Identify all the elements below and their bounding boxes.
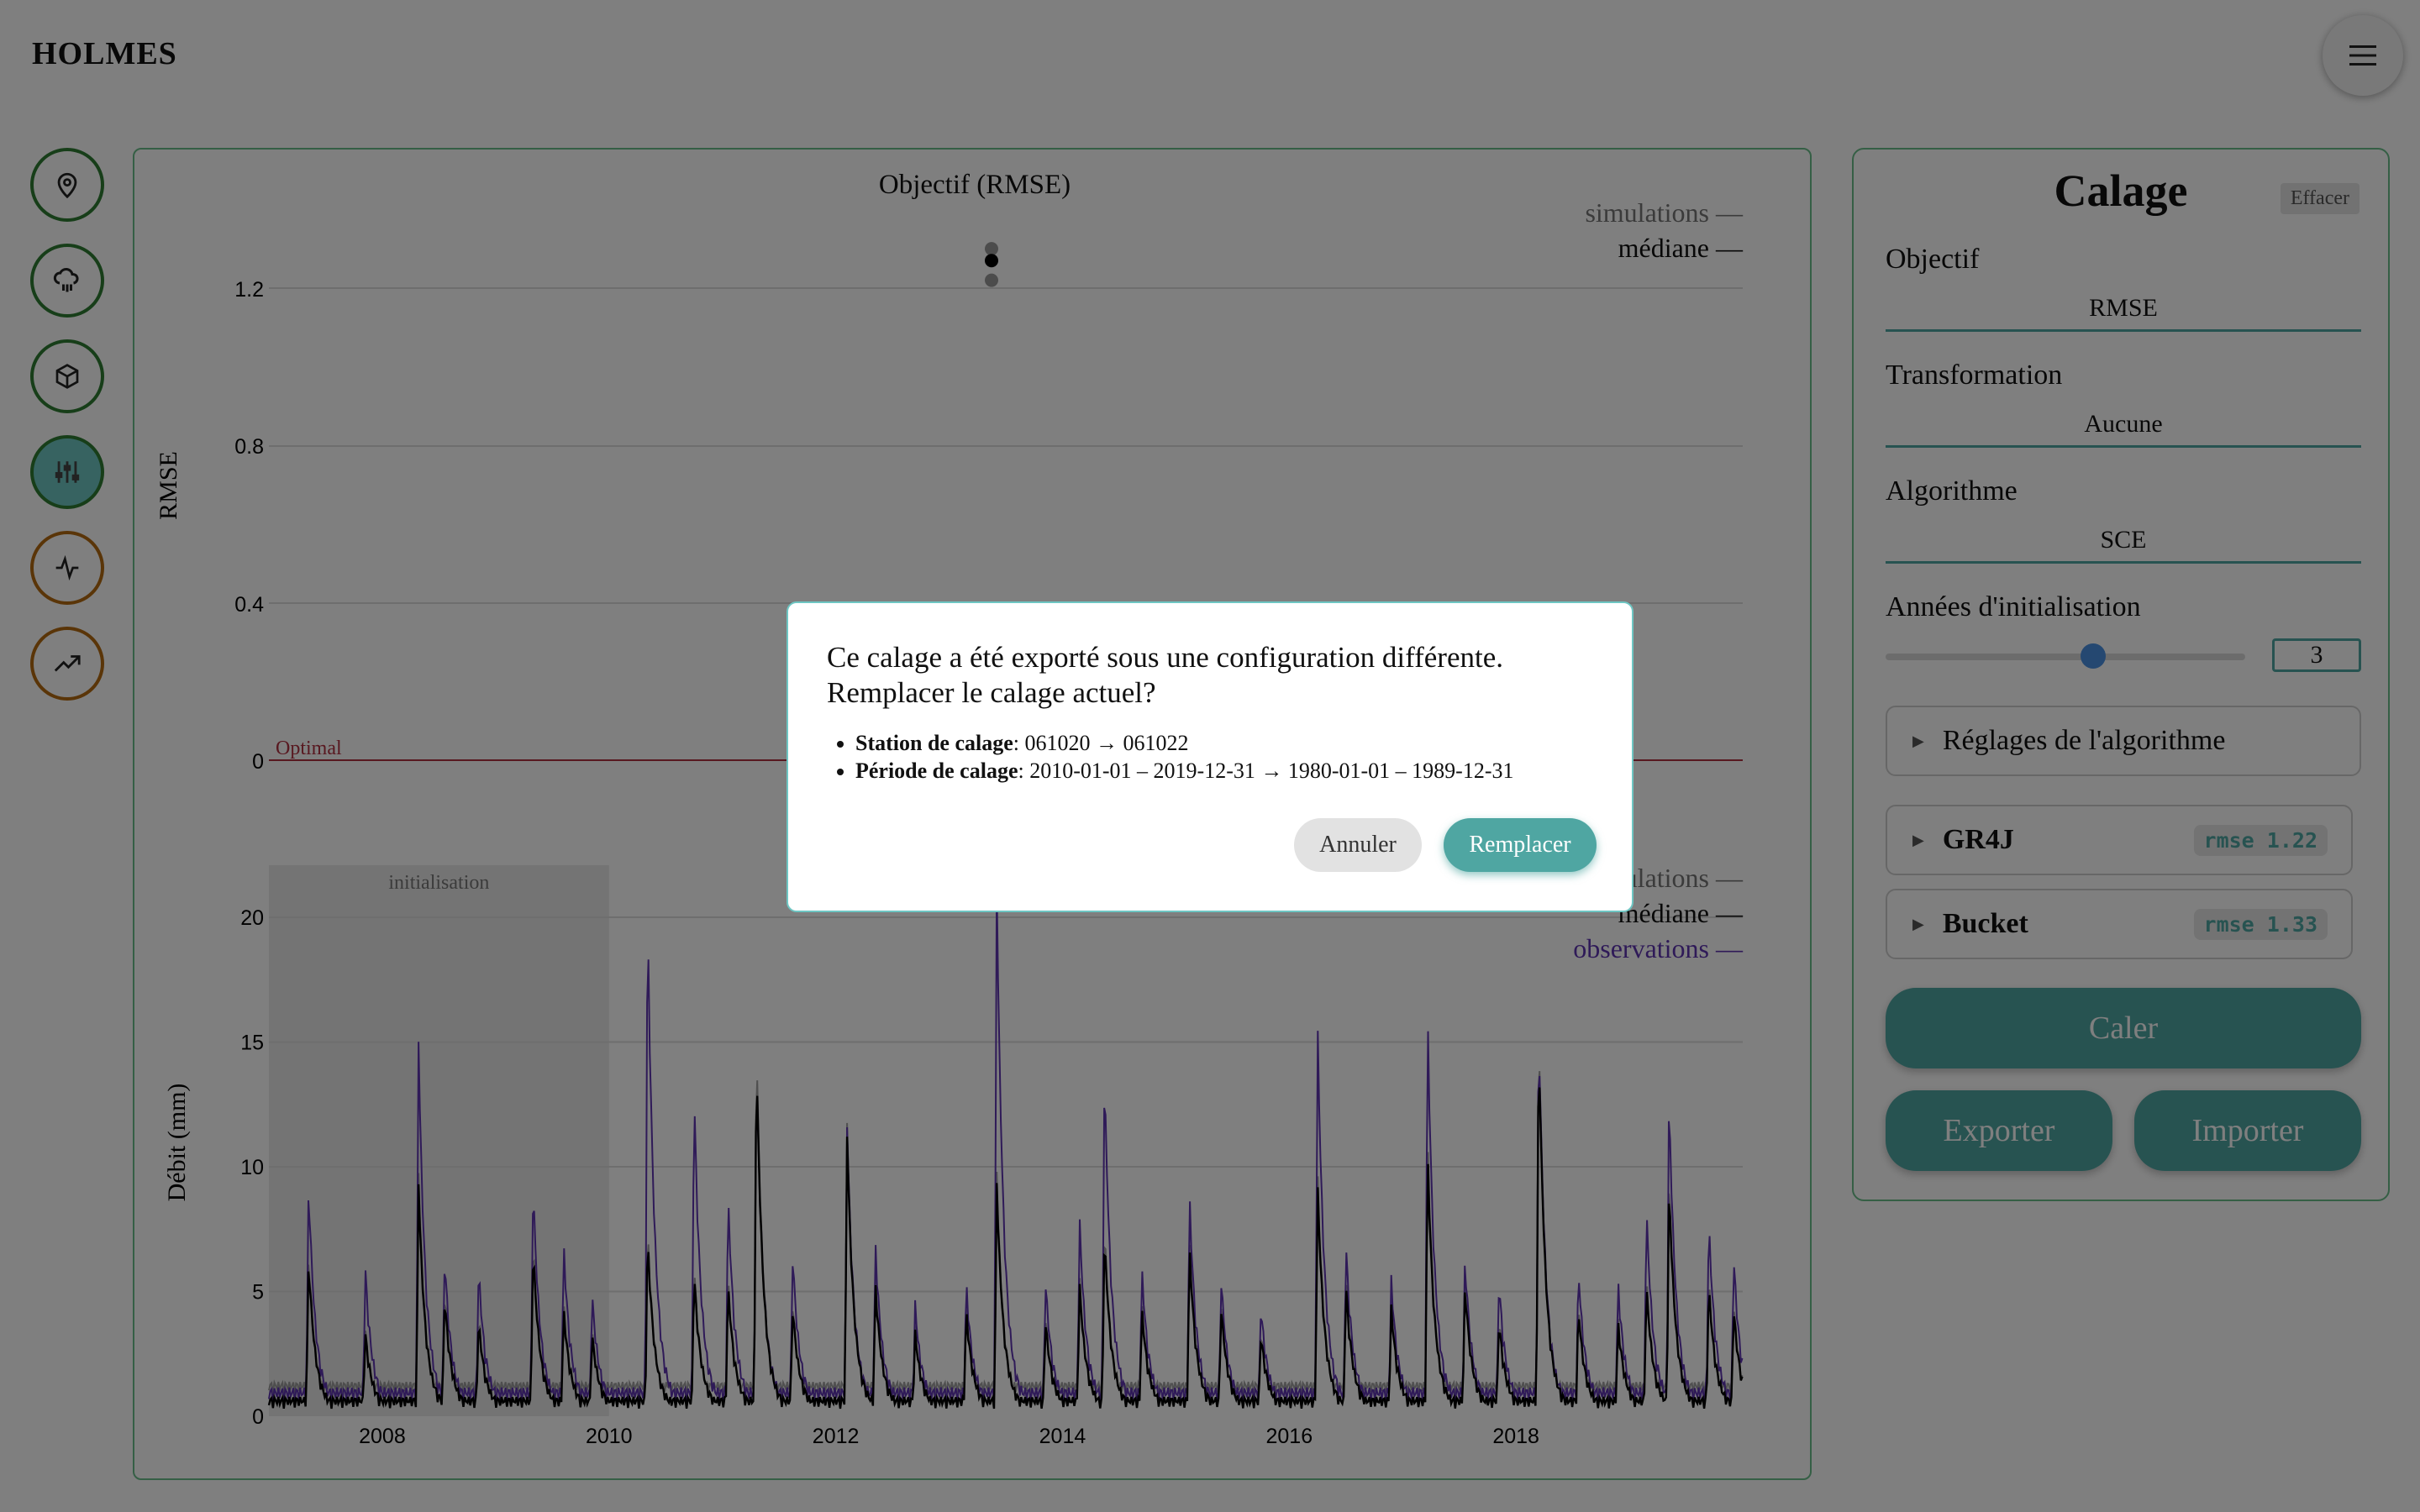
diff-label: Station de calage — [855, 731, 1013, 755]
replace-button[interactable]: Remplacer — [1444, 818, 1597, 872]
diff-label: Période de calage — [855, 759, 1018, 783]
diff-item-station: Station de calage: 061020 → 061022 — [855, 729, 1593, 757]
diff-item-period: Période de calage: 2010-01-01 – 2019-12-… — [855, 757, 1593, 785]
dialog-diff-list: Station de calage: 061020 → 061022 Pério… — [827, 729, 1593, 785]
replace-calibration-dialog: Ce calage a été exporté sous une configu… — [786, 601, 1634, 912]
diff-value: : 2010-01-01 – 2019-12-31 → 1980-01-01 –… — [1018, 759, 1514, 783]
dialog-title-line: Ce calage a été exporté sous une configu… — [827, 641, 1503, 674]
diff-value: : 061020 → 061022 — [1013, 731, 1189, 755]
dialog-title: Ce calage a été exporté sous une configu… — [827, 640, 1593, 711]
dialog-title-line: Remplacer le calage actuel? — [827, 676, 1156, 709]
cancel-button[interactable]: Annuler — [1294, 818, 1422, 872]
